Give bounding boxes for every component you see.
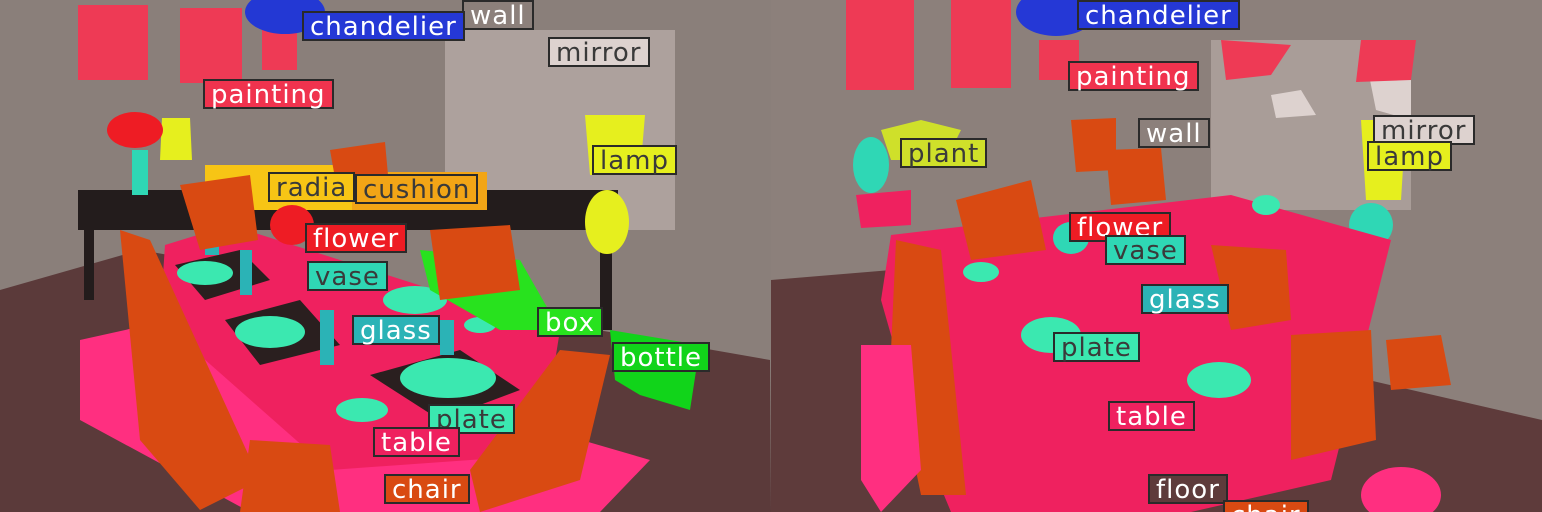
left-sideboard-leg-1 [84,230,94,300]
right-segmentation-panel: chandelier painting wall mirror plant la… [771,0,1542,512]
left-plate-4 [336,398,388,422]
left-flower-sideboard [107,112,163,148]
left-label-radiator: radia [268,172,356,202]
left-small-lamp [160,118,192,160]
left-glass-3 [320,310,334,365]
right-label-lamp: lamp [1367,141,1452,171]
left-plate-1 [177,261,233,285]
right-chair-6 [1386,335,1451,390]
left-chair-4 [430,225,520,300]
right-label-painting: painting [1068,61,1199,91]
left-label-wall: wall [462,0,534,30]
right-label-table: table [1108,401,1195,431]
left-vase-sideboard [132,150,148,195]
left-plate-3 [400,358,496,398]
right-vase-left [853,137,889,193]
right-label-vase: vase [1105,235,1186,265]
left-glass-4 [440,320,454,355]
right-table-side [856,190,911,228]
left-label-glass: glass [352,315,440,345]
right-chair-5 [1291,330,1376,460]
left-chair-6 [240,440,340,512]
right-painting-2 [951,0,1011,88]
left-label-bottle: bottle [612,342,711,372]
left-label-cushion: cushion [355,174,479,204]
right-label-wall: wall [1138,118,1210,148]
left-label-painting: painting [203,79,334,109]
right-chair-7 [1071,118,1116,172]
right-painting-1 [846,0,914,90]
right-plate-3 [1187,362,1251,398]
left-segmentation-panel: wall chandelier mirror painting lamp rad… [0,0,771,512]
left-label-lamp: lamp [592,145,677,175]
left-glass-2 [240,250,252,295]
left-label-table: table [373,427,460,457]
left-label-vase: vase [307,261,388,291]
left-plate-2 [235,316,305,348]
right-label-chandelier: chandelier [1077,0,1240,30]
right-plate-1 [963,262,999,282]
left-painting-1 [78,5,148,80]
left-label-chandelier: chandelier [302,11,465,41]
right-plate-4 [1252,195,1280,215]
left-label-mirror: mirror [548,37,650,67]
left-lamp-base [585,190,629,254]
right-label-plant: plant [900,138,988,168]
left-painting-2 [180,8,242,83]
right-label-chair: chair [1223,500,1309,512]
right-label-floor: floor [1148,474,1228,504]
right-painting-5 [1356,40,1416,82]
left-label-flower: flower [305,223,408,253]
right-label-plate: plate [1053,332,1140,362]
right-label-glass: glass [1141,284,1229,314]
left-label-chair: chair [384,474,470,504]
left-label-box: box [537,307,603,337]
